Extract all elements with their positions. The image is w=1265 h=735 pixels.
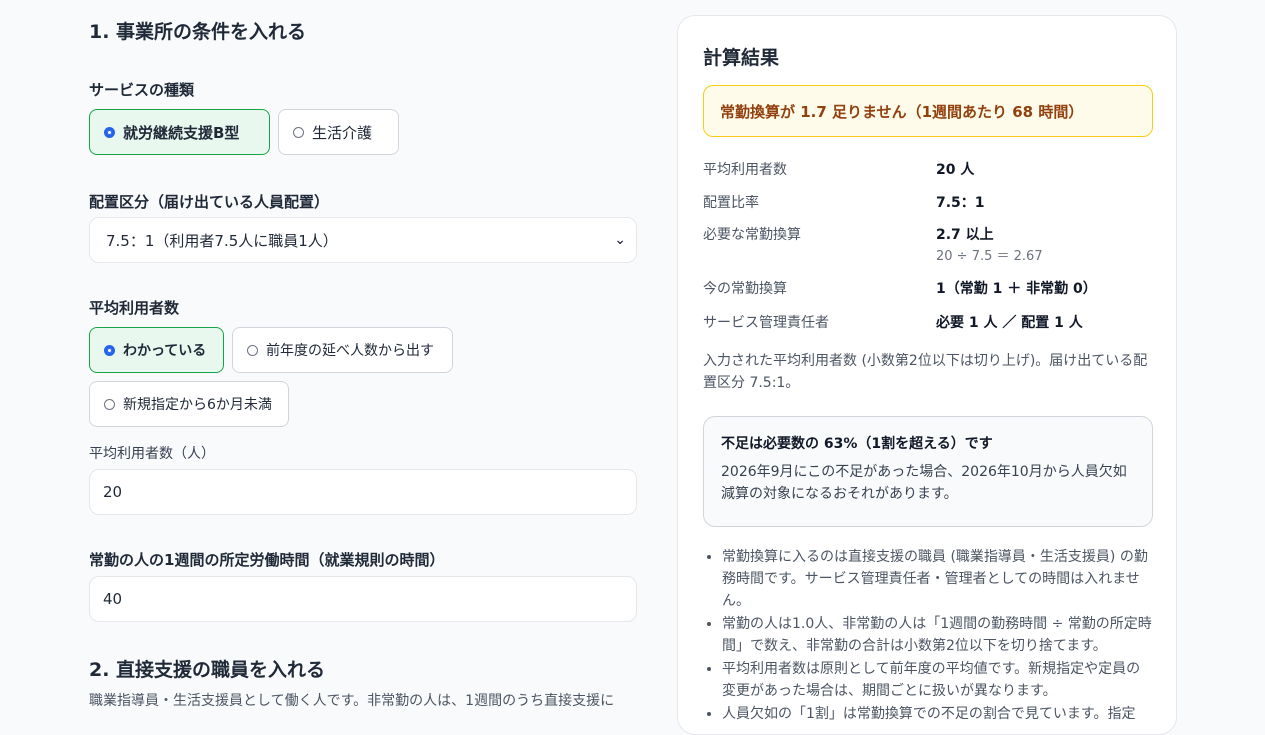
avg-users-input[interactable]: 20 <box>89 469 637 515</box>
avg-users-option-known[interactable]: わかっている <box>89 327 224 373</box>
placement-select-value: 7.5：1（利用者7.5人に職員1人） <box>106 231 338 250</box>
avg-users-option-label: 新規指定から6か月未満 <box>123 397 272 413</box>
result-row-label: 平均利用者数 <box>703 162 787 178</box>
avg-users-input-value: 20 <box>103 483 123 501</box>
service-option-label: 就労継続支援B型 <box>123 123 240 142</box>
avg-users-label: 平均利用者数 <box>89 299 180 317</box>
avg-users-option-label: 前年度の延べ人数から出す <box>266 343 434 359</box>
result-row-label: 今の常勤換算 <box>703 281 787 297</box>
shortage-alert: 常勤換算が 1.7 足りません（1週間あたり 68 時間） <box>703 85 1153 137</box>
result-row-value: 1（常勤 1 ＋ 非常勤 0） <box>936 281 1097 297</box>
service-type-label: サービスの種類 <box>89 81 195 99</box>
section-title-conditions: 1. 事業所の条件を入れる <box>89 21 307 43</box>
list-item: 常勤換算に入るのは直接支援の職員 (職業指導員・生活支援員) の勤務時間です。サ… <box>722 546 1152 612</box>
shortage-alert-text: 常勤換算が 1.7 足りません（1週間あたり 68 時間） <box>720 102 1084 121</box>
radio-selected-icon <box>104 344 115 356</box>
placement-label: 配置区分（届け出ている人員配置） <box>89 193 330 211</box>
result-row-label: 配置比率 <box>703 195 759 211</box>
result-row-formula: 20 ÷ 7.5 ＝ 2.67 <box>936 249 1043 264</box>
result-row-label: サービス管理責任者 <box>703 315 829 331</box>
result-row-value: 7.5：1 <box>936 195 985 211</box>
result-title: 計算結果 <box>703 47 780 69</box>
avg-users-option-label: わかっている <box>123 343 207 359</box>
reduction-callout: 不足は必要数の 63%（1割を超える）です 2026年9月にこの不足があった場合… <box>703 416 1153 527</box>
service-option-b-type[interactable]: 就労継続支援B型 <box>89 109 270 155</box>
result-row-value: 必要 1 人 ／ 配置 1 人 <box>936 315 1083 331</box>
avg-users-option-previous-year[interactable]: 前年度の延べ人数から出す <box>232 327 453 373</box>
service-option-label: 生活介護 <box>312 123 373 142</box>
chevron-down-icon: ⌄ <box>614 232 626 248</box>
callout-body: 2026年9月にこの不足があった場合、2026年10月から人員欠如減算の対象にな… <box>721 464 1127 502</box>
weekly-hours-label: 常勤の人の1週間の所定労働時間（就業規則の時間） <box>89 551 445 569</box>
staff-description: 職業指導員・生活支援員として働く人です。非常勤の人は、1週間のうち直接支援に <box>89 693 615 709</box>
weekly-hours-input[interactable]: 40 <box>89 576 637 622</box>
result-note: 入力された平均利用者数 (小数第2位以下は切り上げ)。届け出ている配置区分 7.… <box>703 353 1148 391</box>
placement-select[interactable]: 7.5：1（利用者7.5人に職員1人） ⌄ <box>89 217 637 263</box>
result-row-label: 必要な常勤換算 <box>703 227 801 243</box>
avg-users-option-new[interactable]: 新規指定から6か月未満 <box>89 381 289 427</box>
result-row-value: 2.7 以上 <box>936 227 994 243</box>
radio-unselected-icon <box>104 398 115 410</box>
avg-users-input-label: 平均利用者数（人） <box>89 446 215 462</box>
result-panel: 計算結果 常勤換算が 1.7 足りません（1週間あたり 68 時間） 平均利用者… <box>677 15 1177 735</box>
list-item: 人員欠如の「1割」は常勤換算での不足の割合で見ています。指定 <box>722 703 1152 725</box>
callout-title: 不足は必要数の 63%（1割を超える）です <box>721 436 993 452</box>
list-item: 平均利用者数は原則として前年度の平均値です。新規指定や定員の変更があった場合は、… <box>722 658 1152 702</box>
list-item: 常勤の人は1.0人、非常勤の人は「1週間の勤務時間 ÷ 常勤の所定時間」で数え、… <box>722 613 1152 657</box>
result-row-value: 20 人 <box>936 162 975 178</box>
service-option-seikatsu-kaigo[interactable]: 生活介護 <box>278 109 399 155</box>
radio-unselected-icon <box>247 344 258 356</box>
radio-selected-icon <box>104 126 115 138</box>
notes-list: 常勤換算に入るのは直接支援の職員 (職業指導員・生活支援員) の勤務時間です。サ… <box>703 546 1152 726</box>
weekly-hours-input-value: 40 <box>103 590 123 608</box>
radio-unselected-icon <box>293 126 304 138</box>
section-title-staff: 2. 直接支援の職員を入れる <box>89 659 326 681</box>
